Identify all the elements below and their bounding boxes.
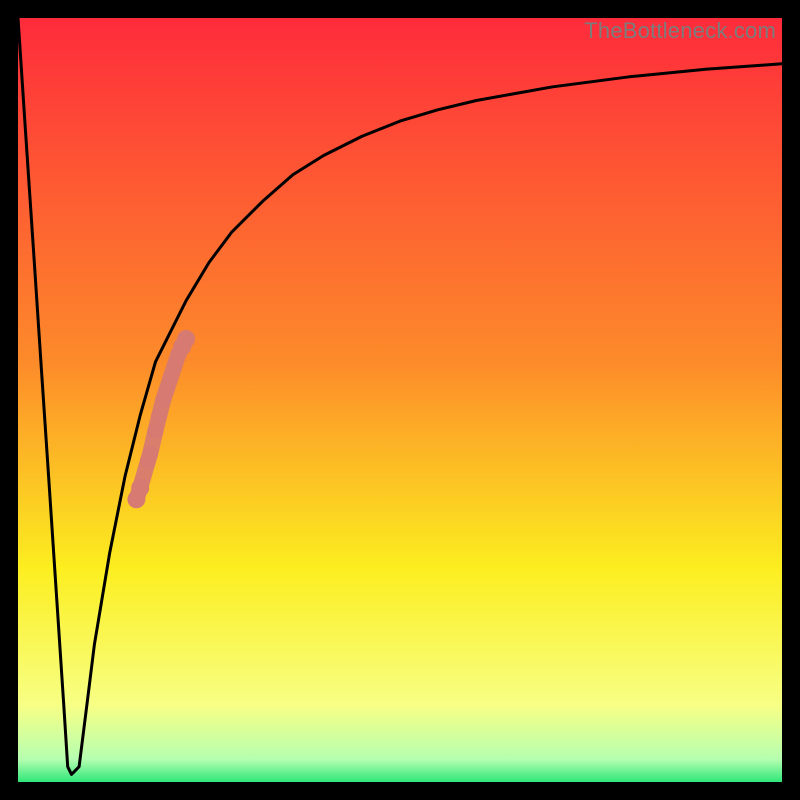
highlight-dot (131, 479, 149, 497)
gradient-background (18, 18, 782, 782)
bottleneck-chart (18, 18, 782, 782)
chart-frame: TheBottleneck.com (0, 0, 800, 800)
highlight-dot (148, 423, 164, 439)
watermark-label: TheBottleneck.com (584, 18, 776, 44)
highlight-dot (151, 407, 167, 423)
highlight-dot (142, 446, 158, 462)
plot-area: TheBottleneck.com (18, 18, 782, 782)
highlight-dot (177, 330, 195, 348)
